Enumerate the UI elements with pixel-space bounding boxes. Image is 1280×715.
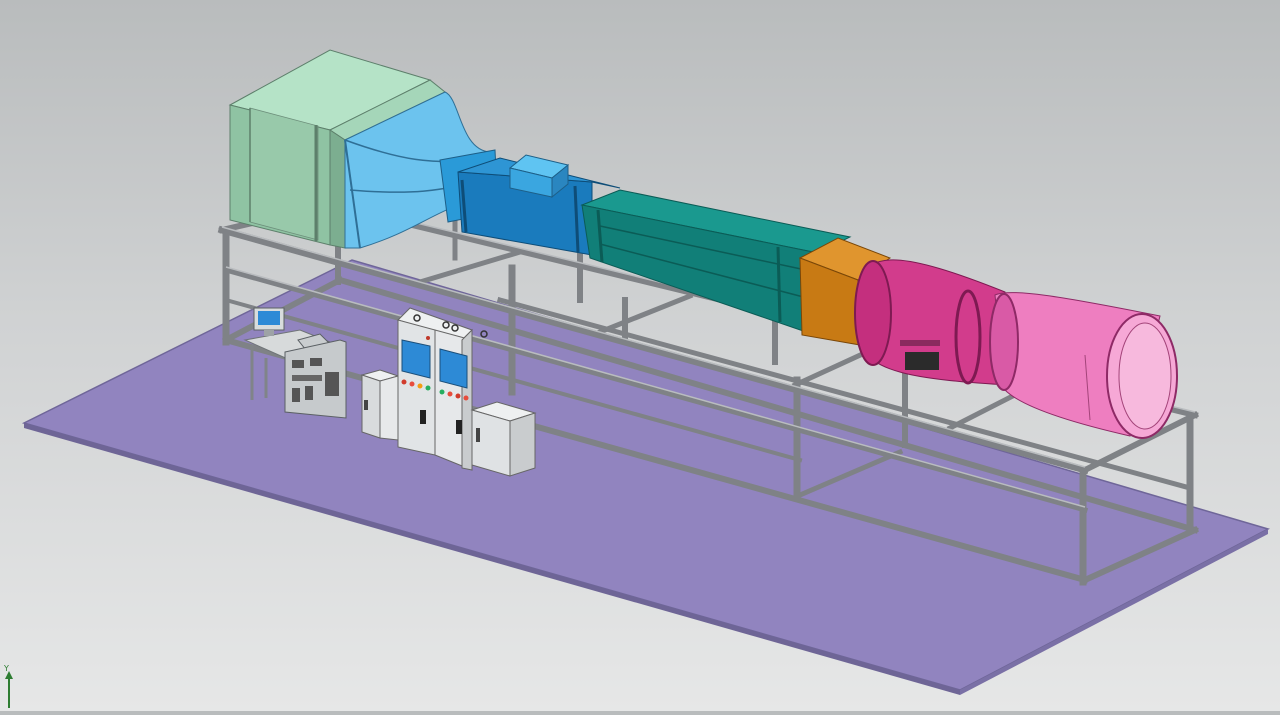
- fan-outlet-bell[interactable]: [989, 292, 1178, 439]
- cabinet-screen-right[interactable]: [439, 348, 468, 389]
- coordinate-triad[interactable]: Y: [0, 664, 22, 711]
- cad-3d-viewport[interactable]: Y: [0, 0, 1280, 711]
- axial-fan-duct[interactable]: [854, 259, 1011, 386]
- triad-y-label: Y: [4, 664, 9, 673]
- instrument-panel[interactable]: [284, 339, 347, 419]
- side-cabinet-left[interactable]: [360, 369, 400, 441]
- wind-tunnel-model[interactable]: [0, 0, 1280, 711]
- side-cabinet-right[interactable]: [470, 401, 537, 477]
- cabinet-screen-left[interactable]: [401, 339, 431, 379]
